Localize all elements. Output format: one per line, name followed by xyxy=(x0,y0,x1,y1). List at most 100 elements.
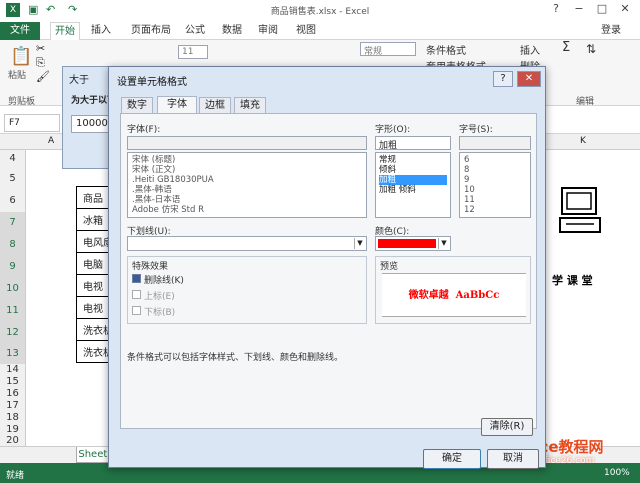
color-picker[interactable]: ▼ xyxy=(375,236,451,251)
format-painter-icon[interactable]: 🖌 xyxy=(36,70,50,83)
row-header[interactable]: 13 xyxy=(0,344,26,364)
font-list-item[interactable]: .Heiti GB18030PUA xyxy=(132,175,362,185)
conditional-format-button[interactable]: 条件格式 xyxy=(426,42,466,57)
size-list-item[interactable]: 10 xyxy=(464,185,526,195)
font-tab-panel: 字体(F): 宋体 (标题) 宋体 (正文) .Heiti GB18030PUA… xyxy=(120,113,537,436)
style-list[interactable]: 常规 倾斜 加粗 加粗 倾斜 xyxy=(375,152,451,218)
tab-home[interactable]: 开始 xyxy=(50,22,80,40)
sort-filter-icon[interactable]: ⇅ xyxy=(586,42,596,56)
row-header[interactable]: 5 xyxy=(0,168,26,190)
row-header[interactable]: 15 xyxy=(0,376,26,388)
font-label: 字体(F): xyxy=(127,125,161,135)
row-header[interactable]: 4 xyxy=(0,150,26,168)
restore-button[interactable]: □ xyxy=(591,2,613,18)
tab-number[interactable]: 数字 xyxy=(121,97,153,114)
font-size-select[interactable]: 11 xyxy=(178,45,208,59)
dialog-close-button[interactable]: ✕ xyxy=(517,71,541,87)
superscript-checkbox[interactable] xyxy=(132,290,141,299)
row-header[interactable]: 18 xyxy=(0,412,26,424)
row-header[interactable]: 6 xyxy=(0,190,26,212)
greater-than-title: 大于 xyxy=(69,75,89,86)
cancel-button[interactable]: 取消 xyxy=(487,449,539,469)
cut-icon[interactable]: ✂ xyxy=(36,42,45,55)
preview-text: 微软卓越 AaBbCc xyxy=(382,273,526,317)
column-k-header[interactable]: K xyxy=(580,136,586,146)
row-header[interactable]: 17 xyxy=(0,400,26,412)
redo-icon[interactable]: ↷ xyxy=(68,3,77,16)
insert-cells-button[interactable]: 插入 xyxy=(520,42,540,57)
minimize-button[interactable]: − xyxy=(568,2,590,18)
size-list-item[interactable]: 6 xyxy=(464,155,526,165)
row-header[interactable]: 10 xyxy=(0,278,26,300)
font-list-item[interactable]: .黑体-韩语 xyxy=(132,185,362,195)
style-label: 字形(O): xyxy=(375,125,411,135)
font-list-item[interactable]: .黑体-日本语 xyxy=(132,195,362,205)
dialog-help-button[interactable]: ? xyxy=(493,71,513,87)
tab-review[interactable]: 审阅 xyxy=(253,22,283,40)
superscript-label: 上标(E) xyxy=(144,292,175,302)
color-swatch xyxy=(378,239,436,248)
tab-formulas[interactable]: 公式 xyxy=(180,22,210,40)
window-title: 商品销售表.xlsx - Excel xyxy=(270,7,370,17)
effects-group: 特殊效果 删除线(K) 上标(E) 下标(B) xyxy=(127,256,367,324)
clipboard-group-label: 剪贴板 xyxy=(8,97,36,107)
ok-button[interactable]: 确定 xyxy=(423,449,481,469)
format-cells-dialog: 设置单元格格式 ? ✕ 数字 字体 边框 填充 字体(F): 宋体 (标题) 宋… xyxy=(108,66,546,469)
computer-illustration xyxy=(556,180,606,240)
font-list-item[interactable]: 宋体 (正文) xyxy=(132,165,362,175)
size-label: 字号(S): xyxy=(459,125,493,135)
font-list[interactable]: 宋体 (标题) 宋体 (正文) .Heiti GB18030PUA .黑体-韩语… xyxy=(127,152,367,218)
help-button[interactable]: ? xyxy=(545,2,567,18)
tab-border[interactable]: 边框 xyxy=(199,97,231,114)
row-header[interactable]: 12 xyxy=(0,322,26,344)
row-header[interactable]: 8 xyxy=(0,234,26,256)
editing-group-label: 编辑 xyxy=(576,97,595,107)
row-header[interactable]: 9 xyxy=(0,256,26,278)
style-list-item-selected[interactable]: 加粗 xyxy=(379,175,447,185)
size-list-item[interactable]: 8 xyxy=(464,165,526,175)
status-text: 就绪 xyxy=(6,471,25,481)
row-header[interactable]: 20 xyxy=(0,436,26,446)
style-list-item[interactable]: 倾斜 xyxy=(379,165,447,175)
font-input[interactable] xyxy=(127,136,367,150)
tab-insert[interactable]: 插入 xyxy=(86,22,116,40)
login-link[interactable]: 登录 xyxy=(596,22,626,40)
right-caption: 学 课 堂 xyxy=(552,274,593,287)
subscript-label: 下标(B) xyxy=(144,308,176,318)
name-box[interactable]: F7 xyxy=(4,114,60,132)
style-input[interactable]: 加粗 xyxy=(375,136,451,151)
size-list[interactable]: 6 8 9 10 11 12 xyxy=(459,152,531,218)
file-tab[interactable]: 文件 xyxy=(0,22,40,40)
excel-logo-icon: X xyxy=(6,3,20,17)
dialog-title: 设置单元格格式 xyxy=(117,77,187,88)
underline-select[interactable]: ▼ xyxy=(127,236,367,251)
row-header[interactable]: 7 xyxy=(0,212,26,234)
row-header[interactable]: 16 xyxy=(0,388,26,400)
size-list-item[interactable]: 9 xyxy=(464,175,526,185)
tab-page-layout[interactable]: 页面布局 xyxy=(126,22,176,40)
tab-font[interactable]: 字体 xyxy=(157,96,197,114)
row-header[interactable]: 14 xyxy=(0,364,26,376)
tab-fill[interactable]: 填充 xyxy=(234,97,266,114)
subscript-checkbox[interactable] xyxy=(132,306,141,315)
clear-button[interactable]: 清除(R) xyxy=(481,418,533,436)
paste-button[interactable]: 粘贴 xyxy=(8,68,26,81)
style-list-item[interactable]: 常规 xyxy=(379,155,447,165)
font-list-item[interactable]: 宋体 (标题) xyxy=(132,155,362,165)
close-button[interactable]: ✕ xyxy=(614,2,636,18)
column-a-header[interactable]: A xyxy=(48,136,54,146)
number-format-select[interactable]: 常规 xyxy=(360,42,416,57)
autosum-icon[interactable]: Σ xyxy=(562,40,570,55)
row-header[interactable]: 11 xyxy=(0,300,26,322)
undo-icon[interactable]: ↶ xyxy=(46,3,55,16)
size-input[interactable] xyxy=(459,136,531,150)
size-list-item[interactable]: 12 xyxy=(464,205,526,215)
copy-icon[interactable]: ⎘ xyxy=(36,56,45,70)
style-list-item[interactable]: 加粗 倾斜 xyxy=(379,185,447,195)
strikethrough-checkbox[interactable] xyxy=(132,274,141,283)
tab-view[interactable]: 视图 xyxy=(291,22,321,40)
save-icon[interactable]: ▣ xyxy=(28,3,38,16)
size-list-item[interactable]: 11 xyxy=(464,195,526,205)
font-list-item[interactable]: Adobe 仿宋 Std R xyxy=(132,205,362,215)
tab-data[interactable]: 数据 xyxy=(217,22,247,40)
